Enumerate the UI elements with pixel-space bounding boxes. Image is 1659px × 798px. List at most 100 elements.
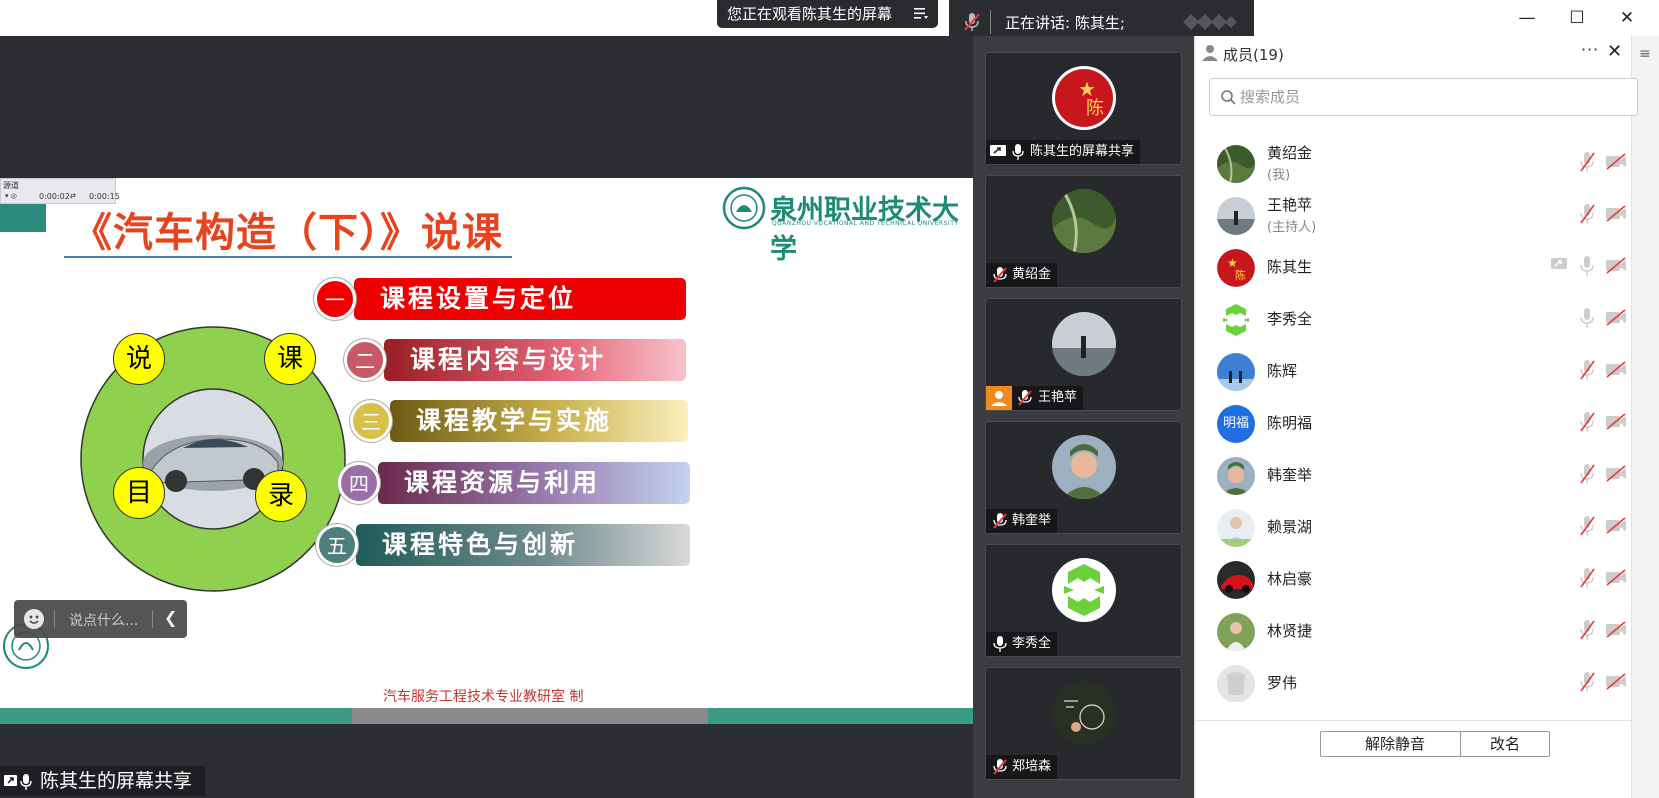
member-search-input[interactable] bbox=[1240, 86, 1620, 108]
avatar: 明福 bbox=[1217, 405, 1255, 443]
divider bbox=[990, 10, 991, 34]
camera-off-icon[interactable] bbox=[1605, 153, 1627, 170]
rename-button[interactable]: 改名 bbox=[1460, 731, 1550, 757]
member-row[interactable]: 林启豪 bbox=[1195, 552, 1631, 607]
member-row[interactable]: 王艳苹 (主持人) bbox=[1195, 188, 1631, 243]
hamburger-menu-icon[interactable]: ≡ bbox=[1639, 46, 1653, 62]
circle-char-text: 目 bbox=[125, 478, 152, 508]
app-logo-icon bbox=[1183, 14, 1237, 30]
catalog-item: 课程教学与实施 bbox=[390, 400, 688, 442]
camera-off-icon[interactable] bbox=[1605, 673, 1627, 690]
mic-muted-icon[interactable] bbox=[1579, 619, 1595, 641]
search-icon bbox=[1221, 90, 1236, 105]
camera-off-icon[interactable] bbox=[1605, 205, 1627, 222]
member-list: 黄绍金 (我) 王艳苹 (主持人) ★ 陈 陈其生 李秀全 陈辉 明福 陈明福 … bbox=[1195, 136, 1631, 702]
mic-muted-icon[interactable] bbox=[1579, 411, 1595, 433]
screen-share-mic-icon bbox=[4, 774, 32, 790]
university-name: 泉州职业技术大学 bbox=[770, 195, 959, 265]
mini-player-label: 源道 bbox=[3, 181, 19, 190]
member-name: 陈明福 bbox=[1267, 414, 1313, 432]
loop-icon[interactable]: ⇄ bbox=[70, 192, 76, 200]
video-tile[interactable]: 王艳苹 bbox=[985, 298, 1182, 411]
minimize-icon[interactable]: — bbox=[1517, 8, 1537, 28]
meeting-window: 您正在观看陈其生的屏幕 正在讲话: 陈其生; — ☐ ✕ 源道 ▾ ◎ 0:00… bbox=[0, 0, 1659, 798]
video-tile[interactable]: 韩奎举 bbox=[985, 421, 1182, 534]
camera-off-icon[interactable] bbox=[1605, 361, 1627, 378]
circle-char-shuo: 说 bbox=[113, 333, 165, 385]
member-row[interactable]: 赖景湖 bbox=[1195, 500, 1631, 555]
title-underline bbox=[64, 256, 512, 258]
menu-icon[interactable] bbox=[914, 7, 928, 20]
close-panel-icon[interactable]: ✕ bbox=[1607, 41, 1622, 62]
emoji-icon[interactable] bbox=[24, 609, 44, 629]
mic-muted-icon[interactable] bbox=[1579, 151, 1595, 173]
chat-input-box[interactable]: 说点什么... ❮ bbox=[14, 600, 187, 638]
circle-char-text: 录 bbox=[267, 481, 294, 511]
mic-muted-icon[interactable] bbox=[1579, 671, 1595, 693]
title-accent-bar bbox=[0, 204, 52, 232]
unmute-all-button[interactable]: 解除静音 bbox=[1320, 731, 1470, 757]
title-accent-gap bbox=[46, 204, 54, 232]
speaking-text: 正在讲话: 陈其生; bbox=[1005, 14, 1125, 32]
member-row[interactable]: 黄绍金 (我) bbox=[1195, 136, 1631, 191]
member-row[interactable]: 林贤捷 bbox=[1195, 604, 1631, 659]
svg-text:陈: 陈 bbox=[1235, 268, 1246, 282]
avatar-initials: 明福 bbox=[1222, 416, 1249, 431]
member-name: 韩奎举 bbox=[1267, 466, 1313, 484]
member-name: 李秀全 bbox=[1267, 310, 1313, 328]
member-row[interactable]: ★ 陈 陈其生 bbox=[1195, 240, 1631, 295]
video-tile-caption: 王艳苹 bbox=[986, 386, 1084, 410]
play-dropdown-icon[interactable]: ▾ ◎ bbox=[5, 192, 17, 200]
member-row[interactable]: 李秀全 bbox=[1195, 292, 1631, 347]
camera-off-icon[interactable] bbox=[1605, 621, 1627, 638]
member-row[interactable]: 韩奎举 bbox=[1195, 448, 1631, 503]
member-role: (主持人) bbox=[1267, 220, 1317, 235]
maximize-icon[interactable]: ☐ bbox=[1567, 8, 1587, 28]
screen-share-icon bbox=[1551, 258, 1567, 269]
member-search-box[interactable] bbox=[1209, 78, 1638, 116]
mic-muted-icon[interactable] bbox=[1579, 463, 1595, 485]
avatar: ★ 陈 bbox=[1217, 249, 1255, 287]
avatar bbox=[1217, 509, 1255, 547]
camera-off-icon[interactable] bbox=[1605, 413, 1627, 430]
catalog-item-number: 三 bbox=[350, 400, 392, 442]
catalog-item: 课程设置与定位 bbox=[354, 278, 686, 320]
member-row[interactable]: 罗伟 bbox=[1195, 656, 1631, 702]
mic-icon bbox=[1012, 144, 1024, 160]
mic-muted-icon[interactable] bbox=[1579, 203, 1595, 225]
camera-off-icon[interactable] bbox=[1605, 465, 1627, 482]
camera-off-icon[interactable] bbox=[1605, 257, 1627, 274]
mic-muted-icon bbox=[993, 513, 1007, 529]
member-row[interactable]: 陈辉 bbox=[1195, 344, 1631, 399]
svg-text:★: ★ bbox=[1227, 256, 1238, 270]
catalog-item-label: 课程内容与设计 bbox=[410, 345, 607, 374]
video-tile-name: 李秀全 bbox=[1012, 636, 1052, 651]
video-tile[interactable]: ★ 陈 陈其生的屏幕共享 bbox=[985, 52, 1182, 165]
circle-char-text: 课 bbox=[276, 344, 303, 374]
video-tile[interactable]: 李秀全 bbox=[985, 544, 1182, 657]
catalog-item-label: 课程特色与创新 bbox=[382, 530, 579, 559]
mic-icon[interactable] bbox=[1579, 255, 1595, 277]
close-window-icon[interactable]: ✕ bbox=[1617, 8, 1637, 28]
viewing-screen-pill[interactable]: 您正在观看陈其生的屏幕 bbox=[717, 0, 938, 28]
mic-muted-icon[interactable] bbox=[1579, 515, 1595, 537]
camera-off-icon[interactable] bbox=[1605, 569, 1627, 586]
mic-muted-icon[interactable] bbox=[1579, 567, 1595, 589]
mic-muted-icon[interactable] bbox=[1579, 359, 1595, 381]
mic-icon[interactable] bbox=[1579, 307, 1595, 329]
mic-muted-icon[interactable] bbox=[963, 12, 981, 32]
more-options-icon[interactable]: ··· bbox=[1581, 40, 1599, 59]
avatar bbox=[1217, 145, 1255, 183]
avatar bbox=[1052, 312, 1116, 376]
member-row[interactable]: 明福 陈明福 bbox=[1195, 396, 1631, 451]
video-tile-name: 黄绍金 bbox=[1012, 267, 1052, 282]
avatar bbox=[1217, 197, 1255, 235]
camera-off-icon[interactable] bbox=[1605, 309, 1627, 326]
video-tile[interactable]: 郑培森 bbox=[985, 667, 1182, 780]
window-controls: — ☐ ✕ bbox=[1509, 0, 1659, 36]
members-title: 成员(19) bbox=[1223, 46, 1284, 64]
video-tile-name: 郑培森 bbox=[1012, 759, 1052, 774]
collapse-chevron-icon[interactable]: ❮ bbox=[164, 608, 177, 627]
camera-off-icon[interactable] bbox=[1605, 517, 1627, 534]
video-tile[interactable]: 黄绍金 bbox=[985, 175, 1182, 288]
